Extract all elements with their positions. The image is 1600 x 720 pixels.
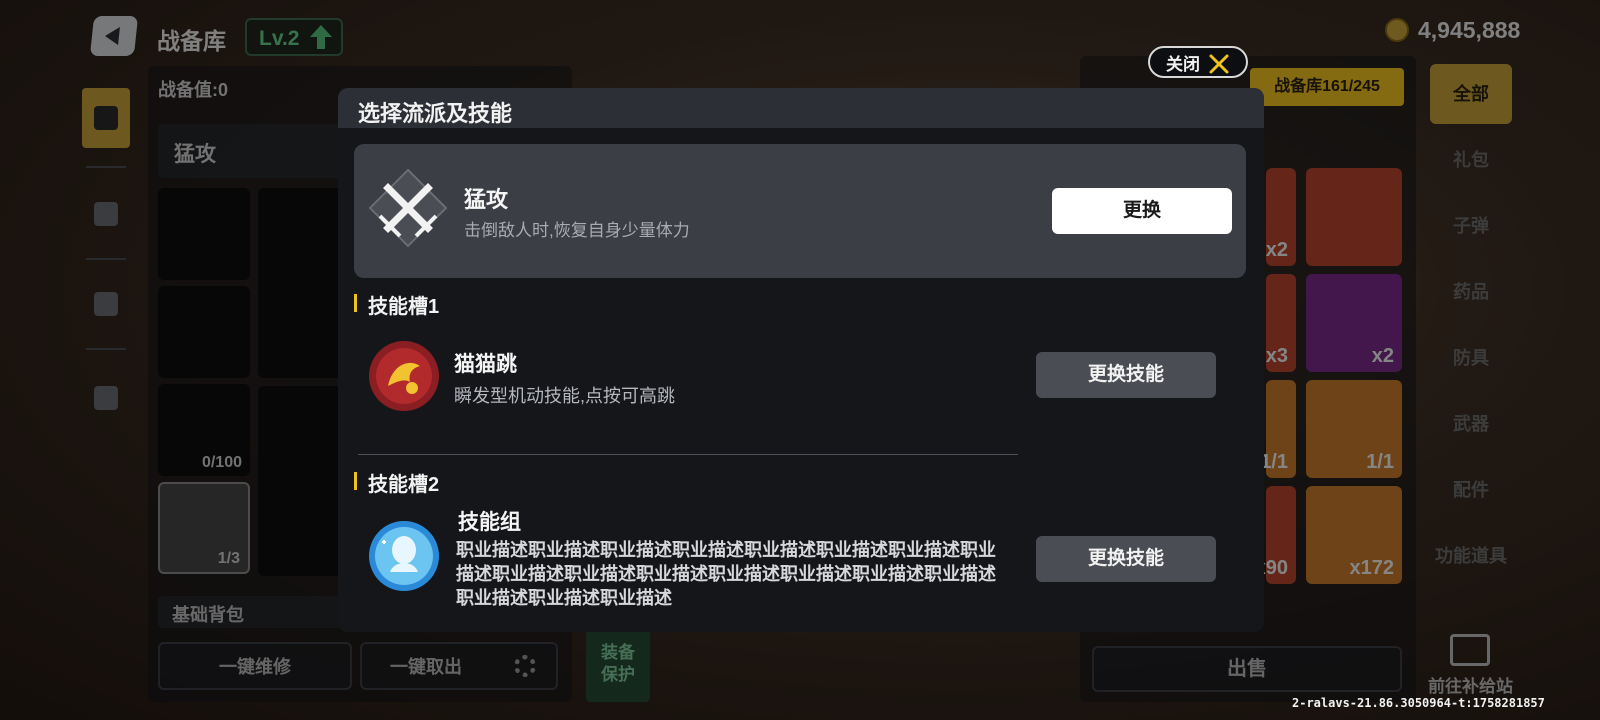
skill-slot-2-title: 技能槽2	[354, 468, 439, 497]
version-string: 2-ralavs-21.86.3050964-t:1758281857	[1292, 696, 1545, 710]
close-label: 关闭	[1166, 54, 1200, 74]
skill-2-description: 职业描述职业描述职业描述职业描述职业描述职业描述职业描述职业描述职业描述职业描述…	[456, 540, 996, 608]
dialog-title: 选择流派及技能	[358, 101, 513, 126]
skill-slot-1-title: 技能槽1	[354, 290, 439, 319]
close-icon	[1209, 54, 1229, 74]
school-name: 猛攻	[464, 187, 509, 212]
slot-divider	[358, 454, 1018, 455]
skill-group-icon	[369, 521, 439, 591]
change-skill-1-button[interactable]: 更换技能	[1036, 352, 1216, 398]
close-button[interactable]: 关闭	[1148, 46, 1248, 78]
dialog-header: 选择流派及技能	[338, 88, 1264, 128]
school-description: 击倒敌人时,恢复自身少量体力	[464, 221, 690, 240]
crossed-swords-icon	[368, 168, 448, 248]
skill-1-name: 猫猫跳	[454, 353, 517, 376]
change-school-button[interactable]: 更换	[1052, 188, 1232, 234]
skill-1-description: 瞬发型机动技能,点按可高跳	[454, 386, 675, 406]
skill-select-dialog: 选择流派及技能 猛攻 击倒敌人时,恢复自身少量体力 更换 技能槽1 猫猫跳 瞬发…	[338, 88, 1264, 632]
skill-2-name: 技能组	[458, 511, 521, 534]
school-card: 猛攻 击倒敌人时,恢复自身少量体力 更换	[354, 144, 1246, 278]
cat-jump-skill-icon	[369, 341, 439, 411]
change-skill-2-button[interactable]: 更换技能	[1036, 536, 1216, 582]
